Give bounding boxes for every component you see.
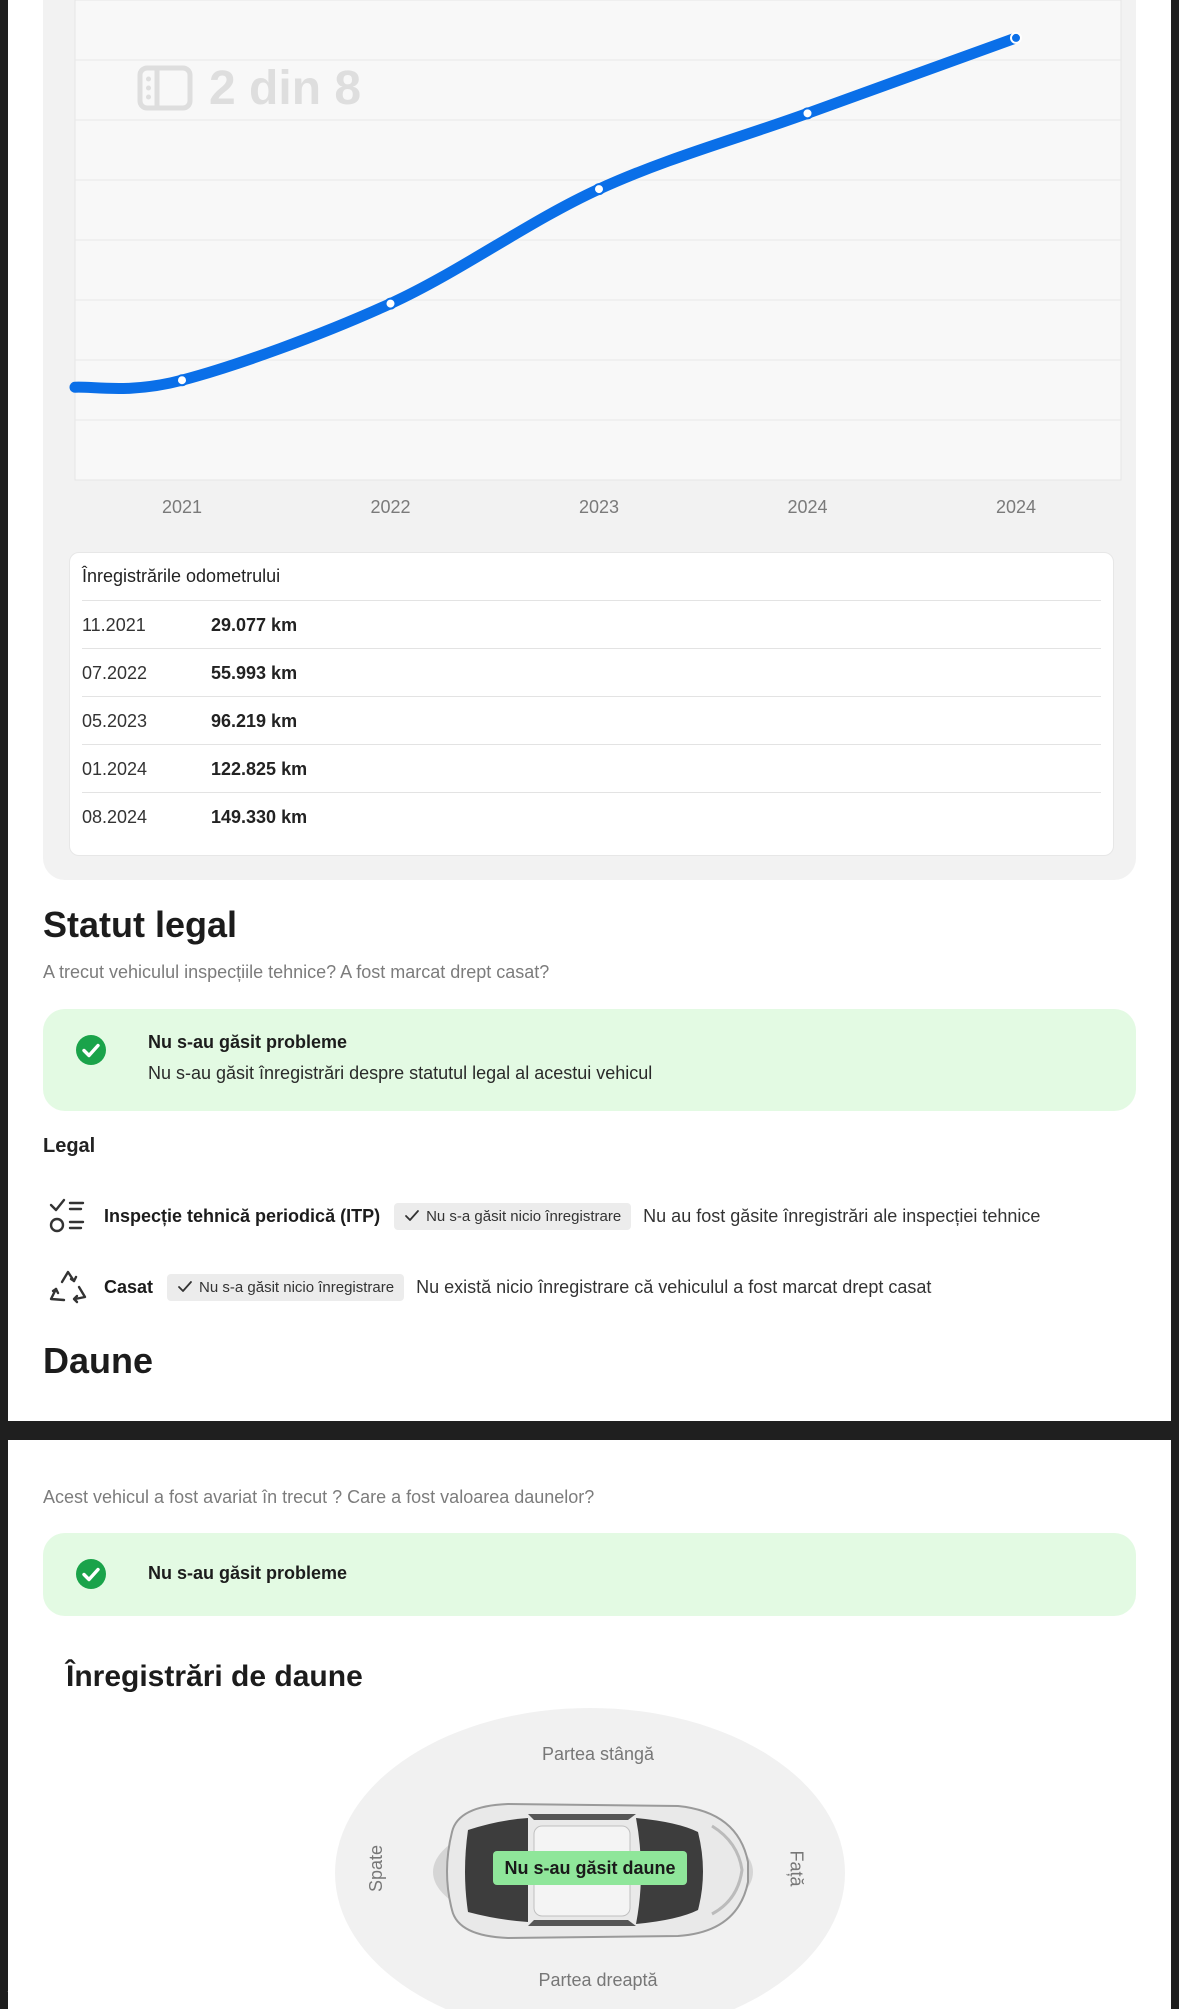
no-record-badge: Nu s-a găsit nicio înregistrare [394,1202,632,1230]
record-date: 11.2021 [82,614,146,635]
check-circle-icon [76,1559,106,1589]
side-label-front: Față [786,1850,807,1887]
record-km: 55.993 km [211,662,298,683]
legal-item-description: Nu au fost găsite înregistrări ale inspe… [643,1205,1041,1226]
report-panel-bottom: Acest vehicul a fost avariat în trecut ?… [8,1440,1171,2009]
no-record-badge-label: Nu s-a găsit nicio înregistrare [426,1207,622,1225]
legal-item-label: Inspecție tehnică periodică (ITP) [104,1205,381,1226]
record-date: 08.2024 [82,806,148,827]
side-label-right: Partea dreaptă [538,1970,658,1990]
record-date: 07.2022 [82,662,148,683]
legal-status-heading: Statut legal [43,904,238,945]
x-tick-label: 2023 [579,497,619,517]
watermark-logo: AUTOVIT.RO [8,1966,201,1999]
checklist-icon [49,1198,85,1233]
damage-status-title: Nu s-au găsit probleme [148,1563,348,1583]
checkmark-icon [178,1281,192,1292]
damage-question: Acest vehicul a fost avariat în trecut ?… [43,1487,595,1507]
data-point [593,183,605,196]
record-date: 01.2024 [82,758,148,779]
data-point [1010,31,1022,44]
data-point [801,107,814,120]
check-circle-icon [76,1035,106,1065]
table-row: 07.2022 55.993 km [82,648,1101,697]
legal-section-label: Legal [43,1135,96,1157]
x-tick-label: 2024 [787,497,827,517]
data-point [176,374,188,387]
no-record-badge-label: Nu s-a găsit nicio înregistrare [199,1278,395,1296]
chart-x-ticks: 2021 2022 2023 2024 2024 [162,497,1036,517]
damage-status-ok-box: Nu s-au găsit probleme [43,1533,1136,1616]
legal-status-question: A trecut vehiculul inspecțiile tehnice? … [43,962,550,982]
damage-records-heading: Înregistrări de daune [66,1660,363,1693]
table-row: 01.2024 122.825 km [82,744,1101,793]
no-record-badge: Nu s-a găsit nicio înregistrare [167,1273,405,1301]
report-panel-top: 2021 2022 2023 2024 2024 2 din 8 Înregistrăr… [8,0,1171,1421]
record-km: 149.330 km [211,806,308,827]
legal-item-description: Nu există nicio înregistrare că vehiculu… [416,1276,932,1297]
odometer-records-title: Înregistrările odometrului [82,566,281,586]
side-label-left: Partea stângă [541,1744,655,1764]
page-indicator-label: 2 din 8 [209,61,362,115]
list-layout-icon [137,65,193,111]
legal-status-text: Nu s-au găsit înregistrări despre statut… [148,1063,653,1083]
recycle-icon [49,1270,87,1304]
legal-item-label: Casat [104,1276,154,1297]
x-tick-label: 2024 [996,497,1036,517]
page-indicator[interactable]: 2 din 8 [115,48,385,128]
odometer-records-table: Înregistrările odometrului 11.2021 29.07… [69,552,1114,856]
record-km: 96.219 km [211,710,298,731]
table-row: 08.2024 149.330 km [82,792,1101,841]
record-date: 05.2023 [82,710,148,731]
x-tick-label: 2021 [162,497,202,517]
legal-item-casat: Casat Nu s-a găsit nicio înregistrare Nu… [48,1263,931,1311]
table-row: 05.2023 96.219 km [82,696,1101,745]
legal-status-title: Nu s-au găsit probleme [148,1032,348,1052]
table-row: 11.2021 29.077 km [82,600,1101,649]
record-km: 29.077 km [211,614,298,635]
legal-item-itp: Inspecție tehnică periodică (ITP) Nu s-a… [48,1192,1040,1240]
checkmark-icon [405,1210,419,1221]
legal-status-ok-box: Nu s-au găsit probleme Nu s-au găsit înr… [43,1009,1136,1111]
no-damage-badge: Nu s-au găsit daune [493,1851,687,1885]
data-point [384,297,397,310]
side-label-back: Spate [366,1844,387,1893]
x-tick-label: 2022 [370,497,410,517]
damage-heading: Daune [43,1340,154,1381]
record-km: 122.825 km [211,758,308,779]
